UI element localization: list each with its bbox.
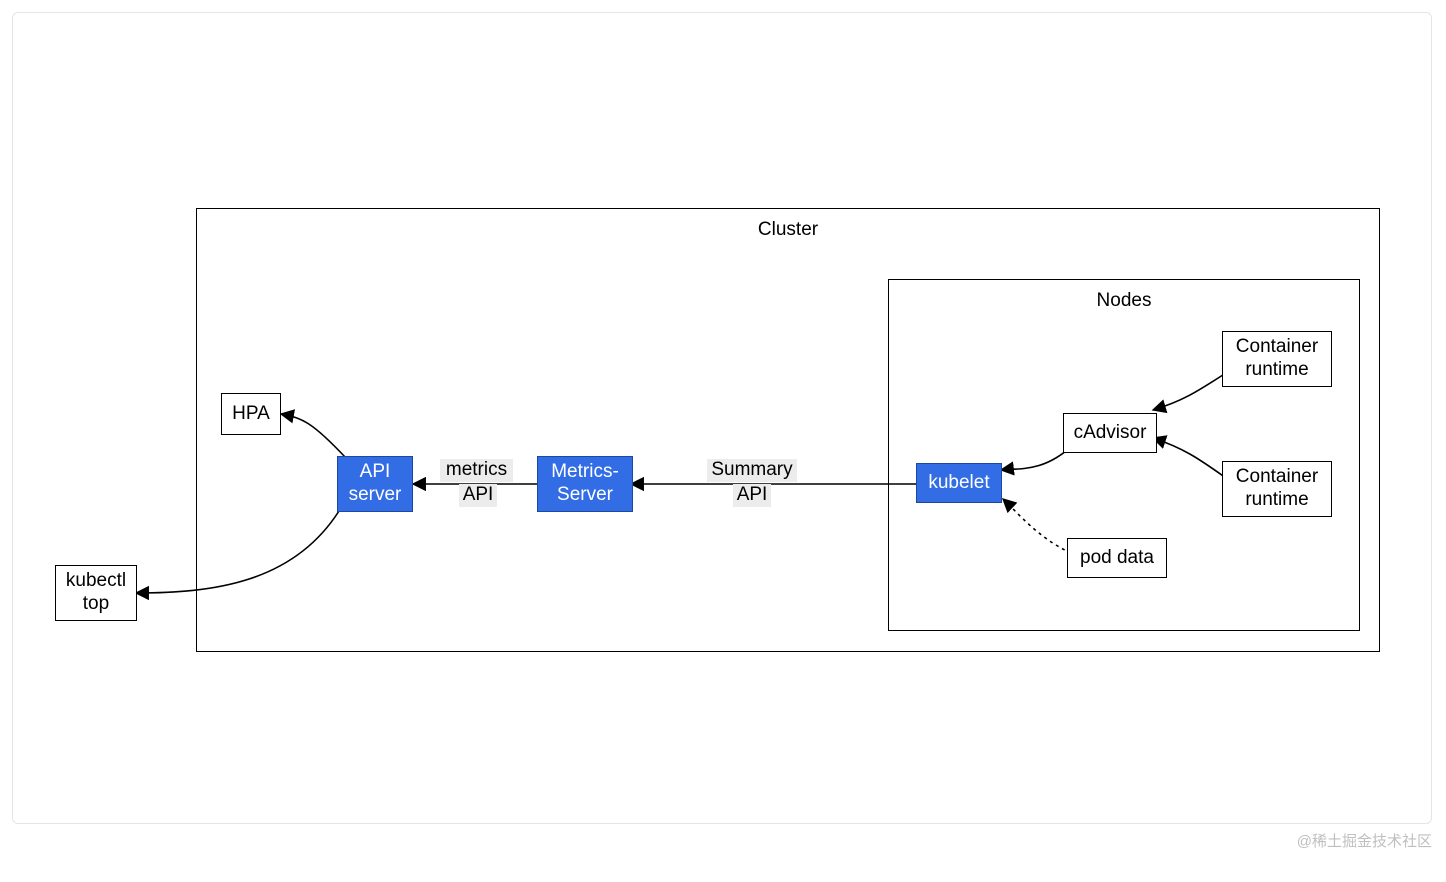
edge-label-summary-api-1: Summary: [707, 459, 797, 482]
box-container-runtime-top: Container runtime: [1222, 331, 1332, 387]
box-cadvisor-label: cAdvisor: [1074, 422, 1147, 445]
box-pod-data-label: pod data: [1080, 547, 1154, 570]
edge-label-metrics-api-1: metrics: [440, 459, 513, 482]
box-metrics-server-label: Metrics- Server: [551, 461, 619, 507]
box-api-server: API server: [337, 456, 413, 512]
box-container-runtime-bottom: Container runtime: [1222, 461, 1332, 517]
edge-poddata-to-kubelet: [1003, 499, 1071, 553]
box-kubelet: kubelet: [916, 463, 1002, 503]
watermark-text: @稀土掘金技术社区: [12, 830, 1432, 851]
box-kubectl-top-label: kubectl top: [66, 570, 126, 616]
box-metrics-server: Metrics- Server: [537, 456, 633, 512]
edge-api-to-kubectl-top: [136, 511, 339, 593]
box-kubelet-label: kubelet: [928, 472, 989, 495]
box-hpa: HPA: [221, 393, 281, 435]
box-cr-top-label: Container runtime: [1236, 336, 1318, 382]
box-kubectl-top: kubectl top: [55, 565, 137, 621]
box-pod-data: pod data: [1067, 538, 1167, 578]
edge-crtop-to-cadvisor: [1153, 373, 1226, 410]
box-hpa-label: HPA: [232, 403, 270, 426]
edge-label-summary-api-2: API: [733, 484, 771, 507]
edge-label-metrics-api-2: API: [459, 484, 497, 507]
box-api-server-label: API server: [349, 461, 402, 507]
edge-api-to-hpa: [281, 414, 346, 458]
box-cadvisor: cAdvisor: [1063, 413, 1157, 453]
edge-crbottom-to-cadvisor: [1153, 438, 1226, 478]
diagram-canvas: Cluster Nodes: [12, 12, 1432, 824]
box-cr-bottom-label: Container runtime: [1236, 466, 1318, 512]
